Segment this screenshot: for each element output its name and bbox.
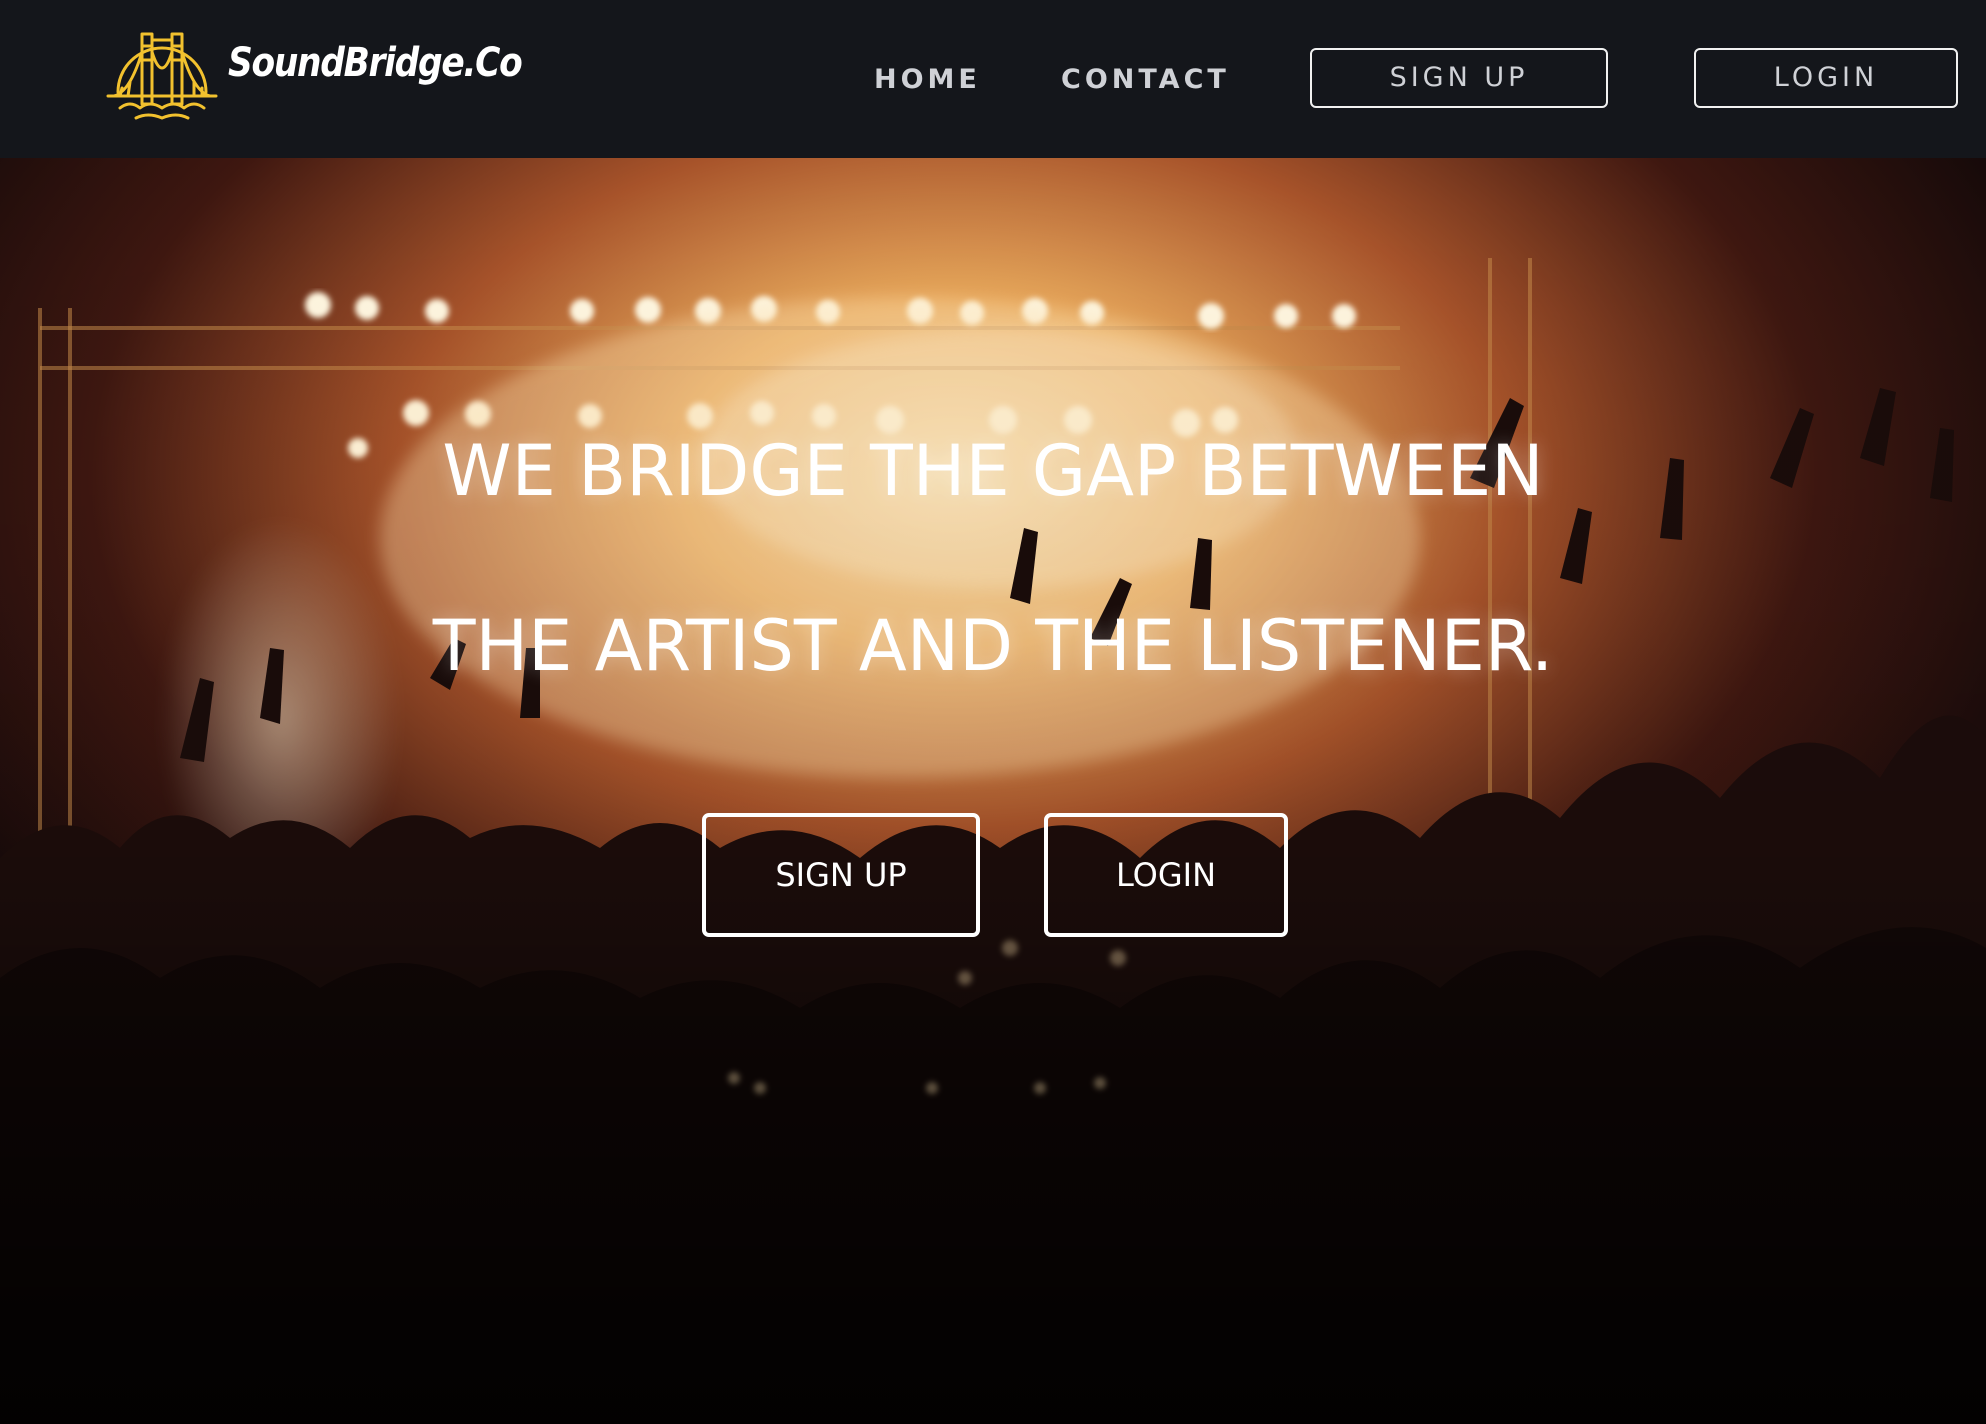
landing-page: SoundBridge.Co HOME CONTACT SIGN UP LOGI…	[0, 0, 1986, 1424]
brand-name: SoundBridge.Co	[228, 40, 523, 86]
hero-login-button[interactable]: LOGIN	[1044, 813, 1288, 937]
concert-crowd-background-image	[0, 158, 1986, 1424]
nav-signup-button[interactable]: SIGN UP	[1310, 48, 1608, 108]
top-navbar: SoundBridge.Co HOME CONTACT SIGN UP LOGI…	[0, 0, 1986, 158]
hero-section: WE BRIDGE THE GAP BETWEEN THE ARTIST AND…	[0, 158, 1986, 1424]
brand[interactable]: SoundBridge.Co	[100, 22, 569, 128]
hero-headline-line1: WE BRIDGE THE GAP BETWEEN	[442, 430, 1544, 512]
nav-contact-link[interactable]: CONTACT	[1061, 58, 1230, 102]
golden-gate-bridge-icon	[106, 32, 218, 120]
hero-headline-line2: THE ARTIST AND THE LISTENER.	[432, 605, 1554, 687]
nav-home-link[interactable]: HOME	[874, 58, 981, 102]
hero-signup-button[interactable]: SIGN UP	[702, 813, 980, 937]
nav-login-button[interactable]: LOGIN	[1694, 48, 1958, 108]
